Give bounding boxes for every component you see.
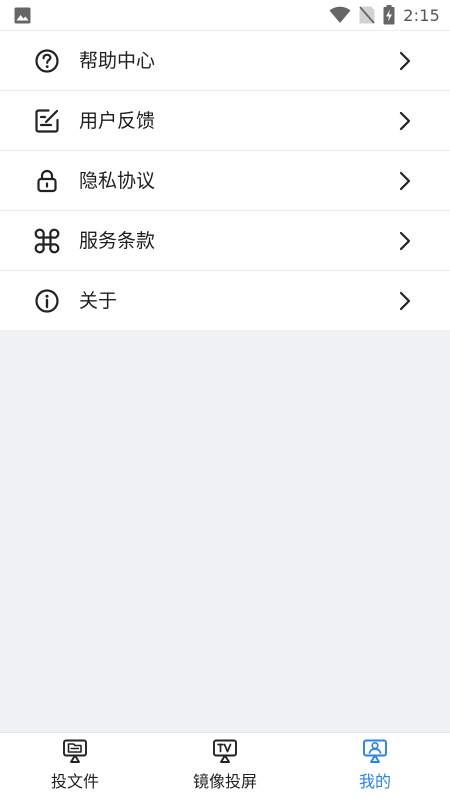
status-time: 2:15 xyxy=(403,5,440,25)
settings-menu: 帮助中心 用户反馈 隐私协议 服务条款 关于 xyxy=(0,30,450,330)
menu-item-privacy[interactable]: 隐私协议 xyxy=(0,150,450,210)
menu-item-label: 隐私协议 xyxy=(79,170,156,192)
no-sim-icon xyxy=(359,6,375,24)
content-area xyxy=(0,331,450,732)
cast-tv-icon xyxy=(213,739,237,763)
nav-label: 投文件 xyxy=(50,772,99,791)
menu-item-about[interactable]: 关于 xyxy=(0,270,450,330)
cast-user-icon xyxy=(363,739,387,763)
help-circle-icon xyxy=(35,49,59,73)
status-bar-right: 2:15 xyxy=(329,5,440,25)
battery-charging-icon xyxy=(383,5,395,25)
info-circle-icon xyxy=(35,289,59,313)
cast-file-icon xyxy=(63,739,87,763)
menu-item-terms[interactable]: 服务条款 xyxy=(0,210,450,270)
status-bar-left xyxy=(14,7,31,28)
chevron-right-icon xyxy=(399,231,411,251)
image-icon xyxy=(14,7,31,24)
chevron-right-icon xyxy=(399,111,411,131)
status-bar: 2:15 xyxy=(0,0,450,30)
menu-item-feedback[interactable]: 用户反馈 xyxy=(0,90,450,150)
menu-item-label: 帮助中心 xyxy=(79,50,156,72)
menu-item-label: 关于 xyxy=(79,290,118,312)
nav-label: 镜像投屏 xyxy=(192,772,257,791)
command-icon xyxy=(34,228,60,254)
nav-item-cast-file[interactable]: 投文件 xyxy=(0,733,150,800)
feedback-edit-icon xyxy=(35,109,59,133)
bottom-nav: 投文件 镜像投屏 我的 xyxy=(0,732,450,800)
chevron-right-icon xyxy=(399,171,411,191)
wifi-icon xyxy=(329,6,351,23)
nav-item-mirror-cast[interactable]: 镜像投屏 xyxy=(150,733,300,800)
chevron-right-icon xyxy=(399,291,411,311)
menu-item-label: 用户反馈 xyxy=(79,110,156,132)
chevron-right-icon xyxy=(399,51,411,71)
lock-icon xyxy=(37,169,57,193)
menu-item-label: 服务条款 xyxy=(79,230,156,252)
nav-item-mine[interactable]: 我的 xyxy=(300,733,450,800)
nav-label: 我的 xyxy=(358,772,391,791)
menu-item-help-center[interactable]: 帮助中心 xyxy=(0,30,450,90)
